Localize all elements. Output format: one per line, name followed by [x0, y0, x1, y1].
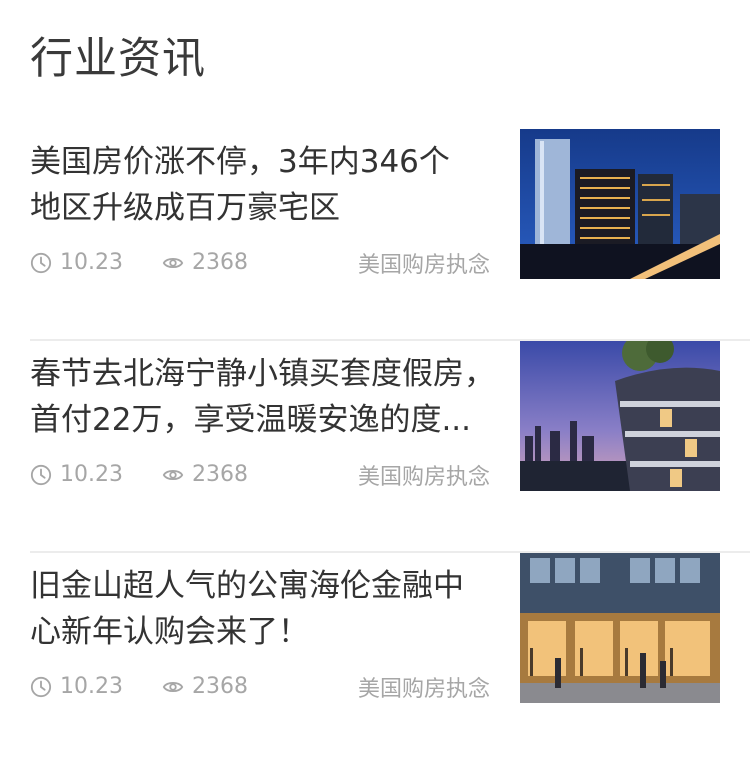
source-text: 美国购房执念: [357, 677, 490, 702]
news-item[interactable]: 旧金山超人气的公寓海伦金融中 心新年认购会来了！ 10.23 2368 美国购房…: [30, 553, 750, 765]
balcony-building-dusk-image[interactable]: [520, 341, 720, 491]
views-field: 2368: [162, 250, 248, 275]
date-text: 10.23: [60, 250, 123, 275]
date-text: 10.23: [60, 674, 123, 699]
news-title[interactable]: 春节去北海宁静小镇买套度假房， 首付22万，享受温暖安逸的度...: [30, 351, 500, 443]
date-field: 10.23: [30, 674, 123, 699]
news-item[interactable]: 美国房价涨不停，3年内346个 地区升级成百万豪宅区 10.23 2368 美国…: [30, 129, 750, 341]
city-night-skyline-image[interactable]: [520, 129, 720, 279]
views-text: 2368: [192, 250, 248, 275]
clock-icon: [30, 252, 52, 273]
source-text: 美国购房执念: [357, 465, 490, 490]
news-meta: 10.23 2368 美国购房执念: [30, 674, 490, 706]
storefront-street-evening-image[interactable]: [520, 553, 720, 703]
news-item[interactable]: 春节去北海宁静小镇买套度假房， 首付22万，享受温暖安逸的度... 10.23 …: [30, 341, 750, 553]
news-meta: 10.23 2368 美国购房执念: [30, 462, 490, 494]
clock-icon: [30, 676, 52, 697]
views-field: 2368: [162, 674, 248, 699]
date-field: 10.23: [30, 462, 123, 487]
news-title[interactable]: 美国房价涨不停，3年内346个 地区升级成百万豪宅区: [30, 139, 500, 231]
date-field: 10.23: [30, 250, 123, 275]
views-field: 2368: [162, 462, 248, 487]
eye-icon: [162, 257, 184, 268]
views-text: 2368: [192, 674, 248, 699]
date-text: 10.23: [60, 462, 123, 487]
eye-icon: [162, 681, 184, 692]
source-text: 美国购房执念: [357, 253, 490, 278]
clock-icon: [30, 464, 52, 485]
eye-icon: [162, 469, 184, 480]
news-meta: 10.23 2368 美国购房执念: [30, 250, 490, 282]
news-title[interactable]: 旧金山超人气的公寓海伦金融中 心新年认购会来了！: [30, 563, 500, 655]
section-title: 行业资讯: [30, 34, 206, 84]
views-text: 2368: [192, 462, 248, 487]
